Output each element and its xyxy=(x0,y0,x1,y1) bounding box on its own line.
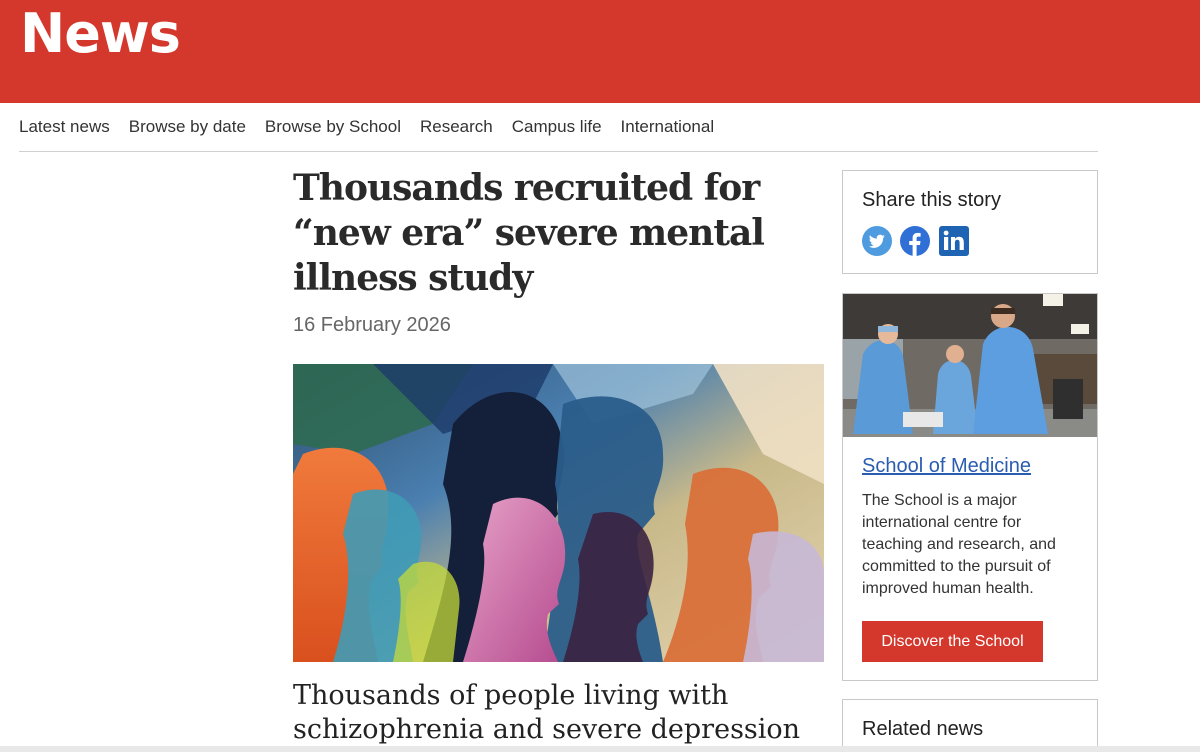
nav-item-campus-life[interactable]: Campus life xyxy=(512,117,602,137)
site-title[interactable]: News xyxy=(20,2,181,65)
discover-school-button[interactable]: Discover the School xyxy=(862,621,1043,662)
nav-item-browse-by-school[interactable]: Browse by School xyxy=(265,117,401,137)
school-of-medicine-link[interactable]: School of Medicine xyxy=(862,455,1031,478)
nav-item-browse-by-date[interactable]: Browse by date xyxy=(129,117,246,137)
school-photo xyxy=(843,294,1097,437)
nav-item-international[interactable]: International xyxy=(621,117,715,137)
nav-item-latest-news[interactable]: Latest news xyxy=(19,117,110,137)
share-title: Share this story xyxy=(862,189,1001,211)
school-description: The School is a major international cent… xyxy=(862,492,1056,597)
twitter-icon[interactable] xyxy=(862,226,892,256)
bottom-scroll-edge xyxy=(0,746,1200,752)
hero-image xyxy=(293,364,824,662)
linkedin-icon[interactable] xyxy=(939,226,969,256)
share-panel: Share this story xyxy=(842,170,1098,274)
nav-item-research[interactable]: Research xyxy=(420,117,493,137)
site-header: News xyxy=(0,0,1200,103)
main-nav: Latest news Browse by date Browse by Sch… xyxy=(19,103,1098,152)
school-promo-panel: School of Medicine The School is a major… xyxy=(842,293,1098,681)
related-news-panel: Related news xyxy=(842,699,1098,752)
facebook-icon[interactable] xyxy=(900,226,930,256)
article-headline: Thousands recruited for “new era” severe… xyxy=(293,167,765,299)
related-news-title: Related news xyxy=(862,718,984,740)
article-lead: Thousands of people living with schizoph… xyxy=(293,680,801,752)
article-date: 16 February 2026 xyxy=(293,314,451,336)
